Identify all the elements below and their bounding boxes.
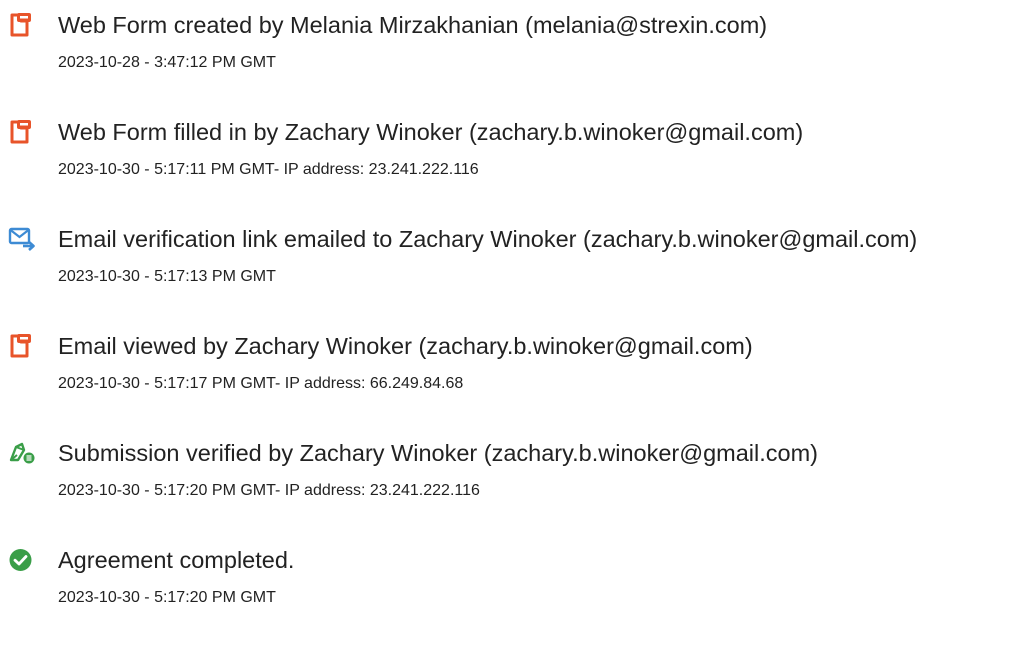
pdf-document-icon (8, 333, 36, 359)
pdf-document-icon (8, 119, 36, 145)
pen-verified-icon (8, 440, 36, 466)
event-title: Agreement completed. (58, 547, 295, 573)
event-timestamp: 2023-10-30 - 5:17:20 PM GMT (58, 589, 276, 606)
event-timestamp: 2023-10-30 - 5:17:13 PM GMT (58, 268, 276, 285)
event-submission-verified: Submission verified by Zachary Winoker (… (8, 436, 1034, 499)
checkmark-circle-icon (8, 547, 36, 573)
event-timestamp: 2023-10-30 - 5:17:17 PM GMT- IP address:… (58, 375, 464, 392)
event-web-form-created: Web Form created by Melania Mirzakhanian… (8, 8, 1034, 71)
event-title: Submission verified by Zachary Winoker (… (58, 440, 818, 466)
event-web-form-filled: Web Form filled in by Zachary Winoker (z… (8, 115, 1034, 178)
event-title: Web Form filled in by Zachary Winoker (z… (58, 119, 804, 145)
event-timestamp: 2023-10-30 - 5:17:20 PM GMT- IP address:… (58, 482, 480, 499)
event-email-viewed: Email viewed by Zachary Winoker (zachary… (8, 329, 1034, 392)
event-title: Email viewed by Zachary Winoker (zachary… (58, 333, 753, 359)
event-timestamp: 2023-10-28 - 3:47:12 PM GMT (58, 54, 276, 71)
event-agreement-completed: Agreement completed. 2023-10-30 - 5:17:2… (8, 543, 1034, 606)
event-verification-emailed: Email verification link emailed to Zacha… (8, 222, 1034, 285)
pdf-document-icon (8, 12, 36, 38)
event-title: Email verification link emailed to Zacha… (58, 226, 918, 252)
event-title: Web Form created by Melania Mirzakhanian… (58, 12, 768, 38)
event-timestamp: 2023-10-30 - 5:17:11 PM GMT- IP address:… (58, 161, 479, 178)
email-send-icon (8, 226, 36, 252)
